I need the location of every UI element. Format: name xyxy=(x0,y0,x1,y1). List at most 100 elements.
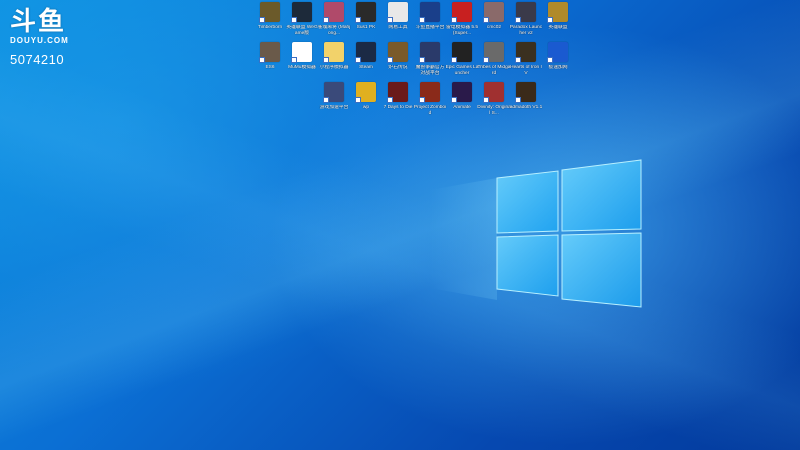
desktop-shortcut[interactable]: wp xyxy=(350,82,382,122)
desktop-shortcut[interactable]: MuMu模拟器 xyxy=(286,42,318,82)
room-id: 5074210 xyxy=(10,52,65,67)
windows-pane-bottom-left xyxy=(496,234,559,297)
shortcut-arrow-icon xyxy=(323,97,329,103)
mahjong-icon xyxy=(323,2,344,23)
desktop-shortcut-label: 7 Days to Die xyxy=(383,105,413,110)
steam-icon xyxy=(355,42,376,63)
shortcut-arrow-icon xyxy=(419,17,425,23)
desktop-shortcut-label: Project Zomboid xyxy=(413,105,447,116)
desktop-shortcut-label: Epic Games Launcher xyxy=(445,65,479,76)
windows-pane-top-left xyxy=(496,170,559,234)
desktop-shortcut-label: Hearts of Iron IV xyxy=(510,65,542,76)
desktop-shortcut[interactable]: Divinity: Original S... xyxy=(477,82,511,122)
desktop-shortcut[interactable]: 炉石传说 xyxy=(382,42,414,82)
shortcut-arrow-icon xyxy=(387,57,393,63)
animate-icon xyxy=(451,82,472,103)
desktop-shortcut[interactable]: ES6 xyxy=(254,42,286,82)
desktop-shortcut-label: 炉石传说 xyxy=(388,65,408,70)
douyu-icon xyxy=(419,2,440,23)
shortcut-arrow-icon xyxy=(291,17,297,23)
shortcut-arrow-icon xyxy=(291,57,297,63)
desktop-shortcut-label: 雀魂麻将 (Mahjong... xyxy=(317,25,351,36)
shortcut-arrow-icon xyxy=(259,57,265,63)
desktop-shortcut-label: cmc02 xyxy=(486,25,502,30)
desktop-shortcut[interactable]: Sus1 PK xyxy=(350,2,382,42)
desktop-shortcut-label: 斗鱼直播平台 xyxy=(415,25,445,30)
shortcut-arrow-icon xyxy=(419,57,425,63)
booster-icon xyxy=(323,82,344,103)
desktop-shortcut-label: 雷电模拟器 5.5(Super... xyxy=(446,25,478,36)
shortcut-arrow-icon xyxy=(387,97,393,103)
desktop-shortcut[interactable]: Animate xyxy=(446,82,478,122)
desktop-shortcut-label: 极速加网 xyxy=(548,65,568,70)
shortcut-arrow-icon xyxy=(355,57,361,63)
desktop-shortcut[interactable]: Steam xyxy=(350,42,382,82)
shortcut-arrow-icon xyxy=(323,17,329,23)
desktop-shortcut-label: Steam xyxy=(359,65,373,70)
shortcut-arrow-icon xyxy=(547,17,553,23)
shortcut-arrow-icon xyxy=(483,57,489,63)
windows-pane-bottom-right xyxy=(561,232,642,308)
desktop-shortcut[interactable]: 游戏加速平台 xyxy=(318,82,350,122)
desktop-shortcut[interactable]: Hearts of Iron IV xyxy=(510,42,542,82)
shortcut-arrow-icon xyxy=(387,17,393,23)
hearthstone-icon xyxy=(387,42,408,63)
desktop-shortcut-label: 网易工具 xyxy=(388,25,408,30)
desktop-shortcut[interactable]: cmc02 xyxy=(478,2,510,42)
league-icon xyxy=(547,2,568,23)
pk-icon xyxy=(355,2,376,23)
warcraft-icon xyxy=(419,42,440,63)
desktop-shortcut-label: MuMu模拟器 xyxy=(288,65,316,70)
desktop-wallpaper[interactable]: 斗鱼 DOUYU.COM 5074210 Timberborn 英雄联盟 WeGa… xyxy=(0,0,800,450)
tool-icon xyxy=(387,2,408,23)
desktop-shortcut[interactable]: Project Zomboid xyxy=(414,82,446,122)
desktop-shortcut[interactable]: 极速加网 xyxy=(542,42,574,82)
desktop-shortcut[interactable]: 英雄联盟 xyxy=(542,2,574,42)
desktop-shortcut-label: Paradox Launcher v2 xyxy=(509,25,543,36)
windows-pane-top-right xyxy=(561,159,642,232)
desktop-shortcut[interactable]: admadoth V1.1 xyxy=(510,82,542,122)
game-icon xyxy=(387,82,408,103)
desktop-shortcut-label: 魔兽争霸官方 对战平台 xyxy=(415,65,445,76)
desktop-shortcut[interactable]: Timberborn xyxy=(254,2,286,42)
desktop-shortcut-label: 游戏加速平台 xyxy=(319,105,349,110)
game-icon xyxy=(515,42,536,63)
desktop-shortcut-label: Divinity: Original S... xyxy=(477,105,511,116)
douyu-logo: 斗鱼 xyxy=(10,6,67,36)
desktop-shortcut[interactable]: 雷电模拟器 5.5(Super... xyxy=(446,2,478,42)
shortcut-arrow-icon xyxy=(547,57,553,63)
shortcut-arrow-icon xyxy=(259,17,265,23)
game-icon xyxy=(483,42,504,63)
game-icon xyxy=(259,2,280,23)
game-icon xyxy=(515,82,536,103)
shortcut-arrow-icon xyxy=(451,17,457,23)
desktop-shortcut[interactable]: 7 Days to Die xyxy=(382,82,414,122)
desktop-shortcut[interactable]: Epic Games Launcher xyxy=(446,42,478,82)
desktop-shortcut-label: Sus1 PK xyxy=(356,25,376,30)
shortcut-arrow-icon xyxy=(483,17,489,23)
desktop-shortcut-label: 小程序模拟器 xyxy=(319,65,349,70)
paradox-icon xyxy=(515,2,536,23)
desktop-shortcut-label: Tribes of Midgard xyxy=(477,65,511,76)
shortcut-arrow-icon xyxy=(451,97,457,103)
douyu-watermark: 斗鱼 DOUYU.COM 5074210 xyxy=(10,6,80,69)
desktop-shortcut-label: 英雄联盟 WeGame版 xyxy=(286,25,318,36)
star-icon xyxy=(355,82,376,103)
mumu-icon xyxy=(291,42,312,63)
game-icon xyxy=(483,82,504,103)
network-icon xyxy=(547,42,568,63)
desktop-shortcut[interactable]: Tribes of Midgard xyxy=(478,42,510,82)
desktop-shortcut-label: admadoth V1.1 xyxy=(509,105,543,110)
desktop-shortcut[interactable]: 小程序模拟器 xyxy=(318,42,350,82)
shortcut-arrow-icon xyxy=(515,97,521,103)
league-icon xyxy=(291,2,312,23)
epic-icon xyxy=(451,42,472,63)
desktop-shortcut[interactable]: 雀魂麻将 (Mahjong... xyxy=(318,2,350,42)
desktop-shortcut[interactable]: 英雄联盟 WeGame版 xyxy=(286,2,318,42)
desktop-shortcut[interactable]: 网易工具 xyxy=(382,2,414,42)
desktop-shortcut-label: 英雄联盟 xyxy=(548,25,568,30)
shortcut-arrow-icon xyxy=(451,57,457,63)
desktop-shortcut[interactable]: 魔兽争霸官方 对战平台 xyxy=(414,42,446,82)
desktop-shortcut[interactable]: 斗鱼直播平台 xyxy=(414,2,446,42)
desktop-shortcut[interactable]: Paradox Launcher v2 xyxy=(510,2,542,42)
